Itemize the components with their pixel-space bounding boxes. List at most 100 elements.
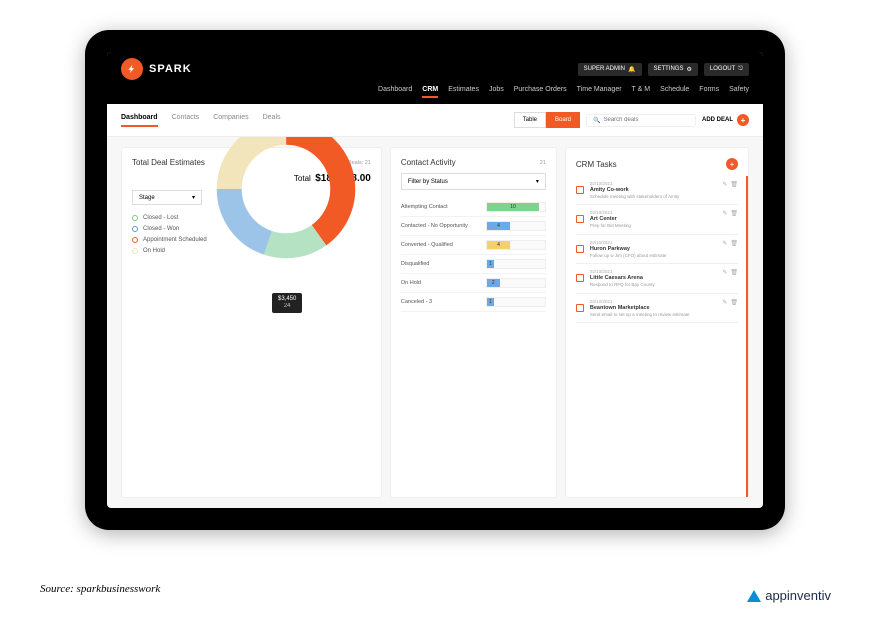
activity-bar-fill: 2 [487, 279, 500, 287]
search-input[interactable] [603, 117, 683, 123]
activity-label: Contacted - No Opportunity [401, 223, 486, 229]
activity-label: Attempting Contact [401, 204, 486, 210]
subtab-contacts[interactable]: Contacts [172, 114, 200, 127]
delete-icon[interactable]: 🗑 [730, 240, 738, 247]
attribution-text: appinventiv [765, 588, 831, 603]
task-actions: ✎🗑 [722, 269, 738, 276]
subtab-dashboard[interactable]: Dashboard [121, 114, 158, 127]
activity-row: Canceled - 31 [401, 293, 546, 312]
legend-label: On Hold [143, 248, 165, 254]
edit-icon[interactable]: ✎ [722, 181, 727, 188]
nav-schedule[interactable]: Schedule [660, 86, 689, 98]
settings-label: SETTINGS [654, 66, 684, 72]
task-body: 02/12/2021Beantown MarketplaceSend email… [590, 299, 716, 317]
settings-button[interactable]: SETTINGS ⚙ [648, 63, 698, 76]
edit-icon[interactable]: ✎ [722, 269, 727, 276]
activity-label: Disqualified [401, 261, 486, 267]
nav-crm[interactable]: CRM [422, 86, 438, 98]
nav-forms[interactable]: Forms [699, 86, 719, 98]
task-actions: ✎🗑 [722, 210, 738, 217]
task-body: 02/10/2021Huron ParkwayFollow up w Jim (… [590, 240, 716, 258]
app-screen: SPARK SUPER ADMIN 🔔 SETTINGS ⚙ LOGOUT ⎋ [107, 52, 763, 508]
chart-tooltip: $3,450 24 [272, 293, 302, 313]
chevron-down-icon: ▾ [536, 178, 539, 185]
task-row: 02/10/2021Little Caesars ArenaRespond to… [576, 264, 738, 293]
delete-icon[interactable]: 🗑 [730, 210, 738, 217]
gear-icon: ⚙ [687, 66, 692, 73]
task-title: Amity Co-work [590, 187, 716, 193]
task-body: 02/10/2021Little Caesars ArenaRespond to… [590, 269, 716, 287]
activity-bar: 1 [486, 259, 546, 269]
triangle-icon [747, 590, 761, 602]
logout-icon: ⎋ [738, 66, 743, 73]
edit-icon[interactable]: ✎ [722, 299, 727, 306]
chevron-down-icon: ▾ [192, 194, 195, 201]
status-filter[interactable]: Filter by Status ▾ [401, 173, 546, 190]
legend-item: Appointment Scheduled [132, 237, 207, 243]
donut-chart [211, 137, 361, 264]
add-deal-button[interactable]: ADD DEAL + [702, 114, 749, 126]
edit-icon[interactable]: ✎ [722, 210, 727, 217]
add-task-button[interactable]: + [726, 158, 738, 170]
view-board-button[interactable]: Board [546, 112, 580, 128]
delete-icon[interactable]: 🗑 [730, 269, 738, 276]
task-title: Art Center [590, 216, 716, 222]
view-table-button[interactable]: Table [514, 112, 546, 128]
task-date: 02/10/2021 [590, 240, 716, 245]
task-row: 02/10/2021Art CenterPrep for Bid Meeting… [576, 205, 738, 234]
nav-safety[interactable]: Safety [729, 86, 749, 98]
task-checkbox[interactable] [576, 245, 584, 253]
activity-bar-fill: 4 [487, 222, 510, 230]
nav-t-m[interactable]: T & M [632, 86, 651, 98]
nav-time-manager[interactable]: Time Manager [577, 86, 622, 98]
legend-label: Closed - Lost [143, 215, 178, 221]
tablet-frame: SPARK SUPER ADMIN 🔔 SETTINGS ⚙ LOGOUT ⎋ [85, 30, 785, 530]
super-admin-button[interactable]: SUPER ADMIN 🔔 [578, 63, 642, 76]
activity-row: Disqualified1 [401, 255, 546, 274]
nav-dashboard[interactable]: Dashboard [378, 86, 412, 98]
card-accent [746, 176, 748, 497]
subtab-companies[interactable]: Companies [213, 114, 248, 127]
legend-dot-icon [132, 248, 138, 254]
task-checkbox[interactable] [576, 186, 584, 194]
search-box[interactable]: 🔍 [586, 114, 696, 127]
task-body: 02/10/2021Amity Co-workSchedule meeting … [590, 181, 716, 199]
task-date: 02/10/2021 [590, 181, 716, 186]
activity-row: Contacted - No Opportunity4 [401, 217, 546, 236]
dashboard-content: Total Deal Estimates Total Deals: 21 Tot… [107, 137, 763, 508]
nav-estimates[interactable]: Estimates [448, 86, 479, 98]
task-date: 02/10/2021 [590, 269, 716, 274]
legend-label: Appointment Scheduled [143, 237, 207, 243]
activity-label: Converted - Qualified [401, 242, 486, 248]
legend-dot-icon [132, 237, 138, 243]
task-title: Beantown Marketplace [590, 305, 716, 311]
legend-item: Closed - Lost [132, 215, 207, 221]
task-checkbox[interactable] [576, 274, 584, 282]
task-desc: Follow up w Jim (CFO) about estimate [590, 253, 716, 258]
logout-button[interactable]: LOGOUT ⎋ [704, 63, 749, 76]
deal-estimates-title: Total Deal Estimates [132, 158, 205, 167]
stage-filter[interactable]: Stage ▾ [132, 190, 202, 205]
task-row: 02/10/2021Huron ParkwayFollow up w Jim (… [576, 235, 738, 264]
legend-dot-icon [132, 226, 138, 232]
subtab-deals[interactable]: Deals [263, 114, 281, 127]
task-row: 02/10/2021Amity Co-workSchedule meeting … [576, 176, 738, 205]
task-checkbox[interactable] [576, 215, 584, 223]
add-deal-label: ADD DEAL [702, 117, 733, 123]
attribution: appinventiv [747, 588, 831, 603]
app-logo[interactable]: SPARK [121, 58, 192, 80]
bolt-icon [121, 58, 143, 80]
edit-icon[interactable]: ✎ [722, 240, 727, 247]
nav-jobs[interactable]: Jobs [489, 86, 504, 98]
logo-text: SPARK [149, 63, 192, 75]
delete-icon[interactable]: 🗑 [730, 181, 738, 188]
source-caption: Source: sparkbusinesswork [40, 583, 160, 595]
task-checkbox[interactable] [576, 304, 584, 312]
task-date: 02/12/2021 [590, 299, 716, 304]
super-admin-label: SUPER ADMIN [584, 66, 625, 72]
activity-bar-fill: 4 [487, 241, 510, 249]
activity-label: On Hold [401, 280, 486, 286]
nav-purchase-orders[interactable]: Purchase Orders [514, 86, 567, 98]
delete-icon[interactable]: 🗑 [730, 299, 738, 306]
legend-dot-icon [132, 215, 138, 221]
